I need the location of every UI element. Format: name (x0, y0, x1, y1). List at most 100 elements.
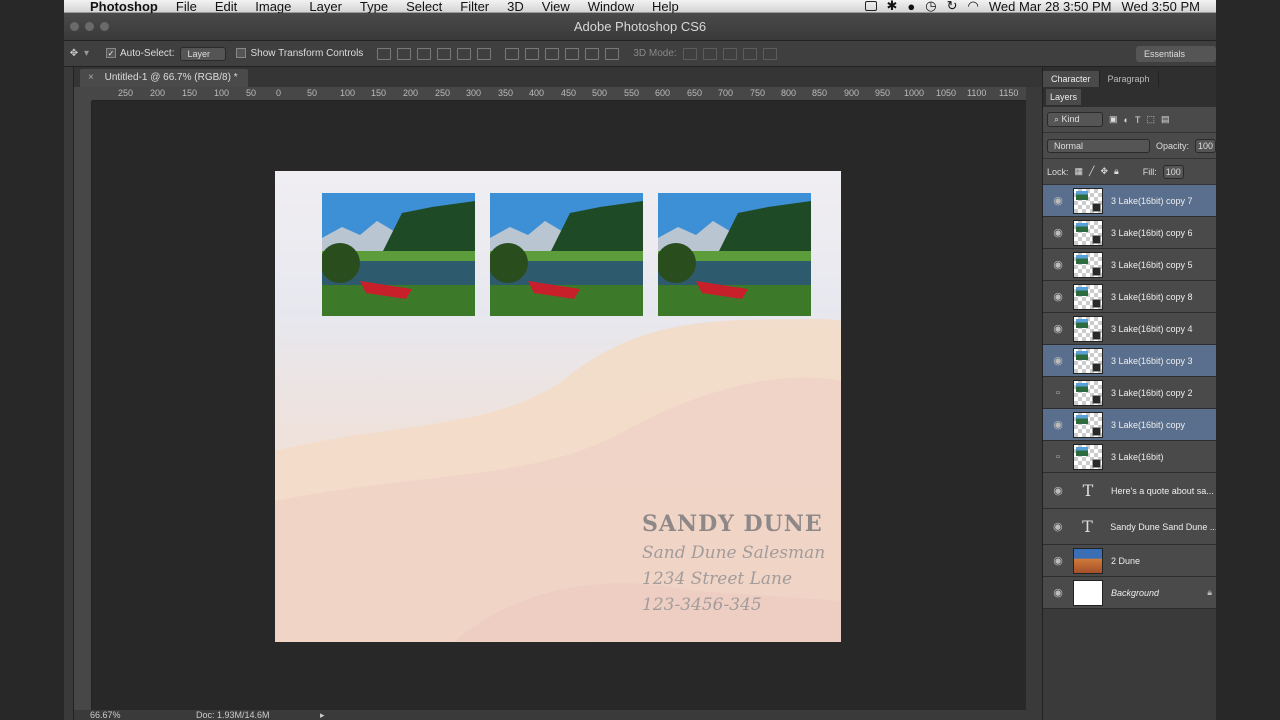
document-canvas[interactable]: SANDY DUNE Sand Dune Salesman 1234 Stree… (275, 171, 841, 642)
3d-slide-icon[interactable] (742, 47, 757, 60)
filter-adjustment-icon[interactable]: ◐ (1124, 115, 1129, 125)
visibility-eye-icon[interactable]: ◉ (1043, 290, 1073, 303)
align-left-icon[interactable] (437, 47, 452, 60)
blend-mode-dropdown[interactable]: Normal (1047, 138, 1150, 153)
align-bottom-icon[interactable] (417, 47, 432, 60)
ruler-origin[interactable] (74, 87, 92, 101)
visibility-eye-icon[interactable]: ◉ (1043, 520, 1073, 533)
kind-filter-dropdown[interactable]: ⌕ Kind (1047, 112, 1103, 127)
3d-drag-icon[interactable] (722, 47, 737, 60)
tools-panel-strip[interactable] (64, 67, 74, 720)
layer-row[interactable]: ▫ 3 Lake(16bit) (1043, 441, 1216, 473)
tab-paragraph[interactable]: Paragraph (1100, 71, 1159, 87)
close-tab-icon[interactable]: × (88, 72, 94, 83)
3d-roll-icon[interactable] (702, 47, 717, 60)
layer-row[interactable]: ◉ Background 🔒︎ (1043, 577, 1216, 609)
canvas-area[interactable]: SANDY DUNE Sand Dune Salesman 1234 Stree… (92, 101, 1026, 710)
business-card-text[interactable]: SANDY DUNE Sand Dune Salesman 1234 Stree… (642, 511, 825, 615)
menu-help[interactable]: Help (652, 0, 679, 14)
menu-file[interactable]: File (176, 0, 197, 14)
move-tool-icon[interactable]: ✥ (64, 48, 84, 59)
workspace-switcher[interactable]: Essentials (1136, 45, 1216, 62)
lock-position-icon[interactable]: ✥ (1100, 166, 1108, 177)
layer-row[interactable]: ◉ 3 Lake(16bit) copy 4 (1043, 313, 1216, 345)
lake-photo[interactable] (322, 193, 475, 316)
layer-row[interactable]: ◉ T Sandy Dune Sand Dune ... (1043, 509, 1216, 545)
visibility-eye-icon[interactable]: ◉ (1043, 484, 1073, 497)
layer-row[interactable]: ◉ 3 Lake(16bit) copy 8 (1043, 281, 1216, 313)
menu-layer[interactable]: Layer (309, 0, 342, 14)
align-vcenter-icon[interactable] (397, 47, 412, 60)
visibility-eye-icon[interactable]: ◉ (1043, 258, 1073, 271)
status-menu-arrow-icon[interactable]: ▸ (320, 710, 325, 720)
zoom-level[interactable]: 66.67% (90, 710, 121, 720)
filter-smart-object-icon[interactable]: ▤ (1161, 114, 1170, 125)
auto-select-dropdown[interactable]: Layer (180, 46, 227, 61)
brightness-icon[interactable]: ✱ (887, 0, 898, 14)
menu-window[interactable]: Window (588, 0, 634, 14)
menu-3d[interactable]: 3D (507, 0, 524, 14)
auto-select-checkbox[interactable]: ✓ (106, 48, 120, 59)
visibility-eye-icon[interactable]: ◉ (1043, 418, 1073, 431)
align-hcenter-icon[interactable] (457, 47, 472, 60)
layer-row[interactable]: ◉ 3 Lake(16bit) copy 7 (1043, 185, 1216, 217)
tab-layers[interactable]: Layers (1046, 89, 1082, 105)
close-button[interactable] (70, 22, 79, 31)
lake-photo[interactable] (658, 193, 811, 316)
transform-controls-checkbox[interactable] (236, 48, 250, 59)
menu-select[interactable]: Select (406, 0, 442, 14)
3d-scale-icon[interactable] (762, 47, 777, 60)
visibility-eye-icon[interactable]: ◉ (1043, 322, 1073, 335)
align-right-icon[interactable] (477, 47, 492, 60)
tool-preset-chevron-icon[interactable]: ▾ (84, 48, 98, 59)
opacity-input[interactable]: 100 (1194, 138, 1216, 153)
visibility-eye-icon[interactable]: ◉ (1043, 554, 1073, 567)
filter-shape-icon[interactable]: ⬚ (1146, 114, 1155, 125)
minimize-button[interactable] (85, 22, 94, 31)
layer-row[interactable]: ◉ 2 Dune (1043, 545, 1216, 577)
fill-input[interactable]: 100 (1162, 164, 1184, 179)
distribute-hcenter-icon[interactable] (585, 47, 600, 60)
filter-pixel-icon[interactable]: ▣ (1109, 114, 1118, 125)
clock-long[interactable]: Wed Mar 28 3:50 PM (989, 0, 1112, 14)
menu-view[interactable]: View (542, 0, 570, 14)
align-top-icon[interactable] (377, 47, 392, 60)
lock-transparency-icon[interactable]: ▦ (1075, 166, 1084, 177)
skype-icon[interactable]: ● (907, 0, 915, 14)
layer-row[interactable]: ▫ 3 Lake(16bit) copy 2 (1043, 377, 1216, 409)
clock-short[interactable]: Wed 3:50 PM (1121, 0, 1200, 14)
visibility-eye-icon[interactable]: ◉ (1043, 194, 1073, 207)
document-tab[interactable]: × Untitled-1 @ 66.7% (RGB/8) * (80, 69, 248, 87)
visibility-eye-icon[interactable]: ◉ (1043, 586, 1073, 599)
menu-edit[interactable]: Edit (215, 0, 237, 14)
filter-type-icon[interactable]: T (1135, 115, 1141, 125)
tab-character[interactable]: Character (1043, 71, 1100, 87)
lake-photo[interactable] (490, 193, 643, 316)
distribute-left-icon[interactable] (565, 47, 580, 60)
layer-row[interactable]: ◉ 3 Lake(16bit) copy (1043, 409, 1216, 441)
wifi-icon[interactable]: ◠ (968, 0, 979, 14)
vertical-ruler[interactable] (74, 101, 92, 710)
vertical-scrollbar[interactable] (1026, 87, 1042, 710)
lock-image-icon[interactable]: ╱ (1089, 166, 1094, 177)
menu-image[interactable]: Image (255, 0, 291, 14)
doc-size[interactable]: Doc: 1.93M/14.6M (196, 710, 270, 720)
distribute-bottom-icon[interactable] (545, 47, 560, 60)
menu-app-name[interactable]: Photoshop (90, 0, 158, 14)
horizontal-ruler[interactable]: 250 200 150 100 50 0 50 100 150 200 250 … (92, 87, 1026, 101)
distribute-right-icon[interactable] (605, 47, 620, 60)
visibility-toggle-empty[interactable]: ▫ (1043, 387, 1073, 399)
screen-record-icon[interactable] (864, 1, 877, 11)
lock-all-icon[interactable]: 🔒︎ (1114, 166, 1119, 177)
layer-row[interactable]: ◉ T Here's a quote about sa... (1043, 473, 1216, 509)
layer-row[interactable]: ◉ 3 Lake(16bit) copy 5 (1043, 249, 1216, 281)
menu-filter[interactable]: Filter (460, 0, 489, 14)
distribute-vcenter-icon[interactable] (525, 47, 540, 60)
distribute-top-icon[interactable] (505, 47, 520, 60)
visibility-toggle-empty[interactable]: ▫ (1043, 451, 1073, 463)
3d-rotate-icon[interactable] (682, 47, 697, 60)
sync-icon[interactable]: ↻ (947, 0, 958, 14)
visibility-eye-icon[interactable]: ◉ (1043, 354, 1073, 367)
zoom-button[interactable] (100, 22, 109, 31)
time-machine-icon[interactable]: ◷ (925, 0, 936, 14)
